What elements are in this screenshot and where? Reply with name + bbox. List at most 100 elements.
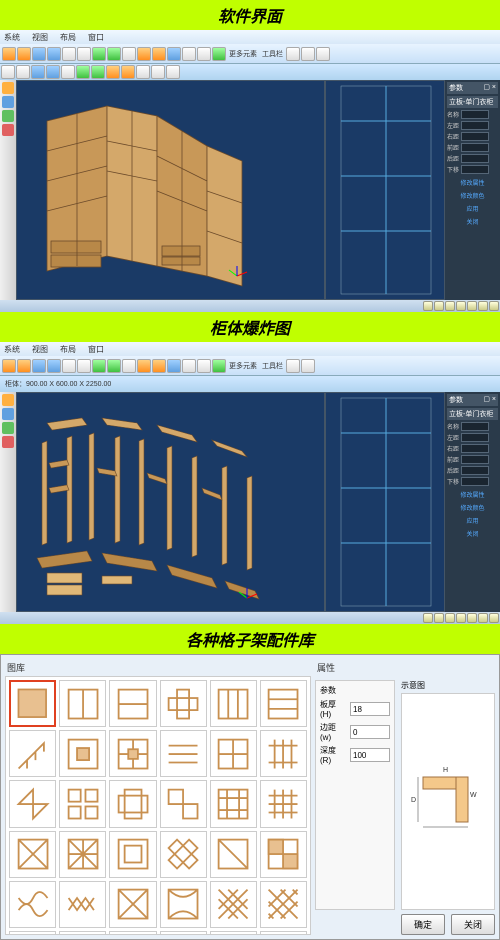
tool-material-icon[interactable] — [182, 47, 196, 61]
tool-open-icon[interactable] — [17, 47, 31, 61]
pattern-item-15[interactable] — [109, 780, 156, 827]
pattern-item-28[interactable] — [160, 881, 207, 928]
link2-modify-attr[interactable]: 修改属性 — [447, 490, 498, 499]
menu-window[interactable]: 窗口 — [88, 32, 104, 43]
sidetab2-3-icon[interactable] — [2, 422, 14, 434]
pattern-item-3[interactable] — [109, 680, 156, 727]
subtool-9-icon[interactable] — [121, 65, 135, 79]
menu-layout[interactable]: 布局 — [60, 32, 76, 43]
prop2-right-input[interactable] — [461, 444, 489, 453]
pattern-item-17[interactable] — [210, 780, 257, 827]
tool-undo-icon[interactable] — [62, 47, 76, 61]
tool2-13-icon[interactable] — [182, 359, 196, 373]
prop-down-input[interactable] — [461, 165, 489, 174]
subtool-7-icon[interactable] — [91, 65, 105, 79]
tool-door-icon[interactable] — [122, 47, 136, 61]
link-apply[interactable]: 应用 — [447, 204, 498, 213]
tool-hardware-icon[interactable] — [167, 47, 181, 61]
link-close[interactable]: 关闭 — [447, 217, 498, 226]
3d-viewport-2[interactable] — [16, 392, 325, 612]
subtool-5-icon[interactable] — [61, 65, 75, 79]
tool-misc2-icon[interactable] — [301, 47, 315, 61]
status-btn-4-icon[interactable] — [456, 301, 466, 311]
menu-window-2[interactable]: 窗口 — [88, 344, 104, 355]
pattern-item-18[interactable] — [260, 780, 307, 827]
lib-prop-margin-input[interactable] — [350, 725, 390, 739]
sidetab-2-icon[interactable] — [2, 96, 14, 108]
pattern-item-27[interactable] — [109, 881, 156, 928]
prop2-down-input[interactable] — [461, 477, 489, 486]
status-btn-7-icon[interactable] — [489, 301, 499, 311]
sb2-7-icon[interactable] — [489, 613, 499, 623]
ok-button[interactable]: 确定 — [401, 914, 445, 935]
subtool-1-icon[interactable] — [1, 65, 15, 79]
pattern-item-32[interactable] — [59, 931, 106, 935]
tool2-17-icon[interactable] — [301, 359, 315, 373]
tool-export-icon[interactable] — [47, 47, 61, 61]
3d-viewport[interactable] — [16, 80, 325, 300]
pattern-item-4[interactable] — [160, 680, 207, 727]
tool2-6-icon[interactable] — [77, 359, 91, 373]
prop2-left-input[interactable] — [461, 433, 489, 442]
prop-back-input[interactable] — [461, 154, 489, 163]
tool2-14-icon[interactable] — [197, 359, 211, 373]
tool2-11-icon[interactable] — [152, 359, 166, 373]
sb2-6-icon[interactable] — [478, 613, 488, 623]
prop-right-input[interactable] — [461, 132, 489, 141]
status-btn-6-icon[interactable] — [478, 301, 488, 311]
sidetab2-1-icon[interactable] — [2, 394, 14, 406]
status-btn-3-icon[interactable] — [445, 301, 455, 311]
subtool-4-icon[interactable] — [46, 65, 60, 79]
status-btn-5-icon[interactable] — [467, 301, 477, 311]
lib-prop-thickness-input[interactable] — [350, 702, 390, 716]
prop-left-input[interactable] — [461, 121, 489, 130]
prop-front-input[interactable] — [461, 143, 489, 152]
tool-measure-icon[interactable] — [212, 47, 226, 61]
tool-drawer-icon[interactable] — [137, 47, 151, 61]
pattern-item-29[interactable] — [210, 881, 257, 928]
pattern-item-2[interactable] — [59, 680, 106, 727]
subtool-2-icon[interactable] — [16, 65, 30, 79]
link-modify-color[interactable]: 修改颜色 — [447, 191, 498, 200]
pattern-item-26[interactable] — [59, 881, 106, 928]
menu-layout-2[interactable]: 布局 — [60, 344, 76, 355]
2d-viewport[interactable] — [325, 80, 445, 300]
pattern-item-31[interactable] — [9, 931, 56, 935]
tool2-10-icon[interactable] — [137, 359, 151, 373]
sidetab2-4-icon[interactable] — [2, 436, 14, 448]
sidetab-1-icon[interactable] — [2, 82, 14, 94]
subtool-10-icon[interactable] — [136, 65, 150, 79]
menu-system-2[interactable]: 系统 — [4, 344, 20, 355]
link2-modify-color[interactable]: 修改颜色 — [447, 503, 498, 512]
tool2-16-icon[interactable] — [286, 359, 300, 373]
pattern-item-12[interactable] — [260, 730, 307, 777]
pattern-item-6[interactable] — [260, 680, 307, 727]
pattern-item-13[interactable] — [9, 780, 56, 827]
status-btn-1-icon[interactable] — [423, 301, 433, 311]
tool-misc1-icon[interactable] — [286, 47, 300, 61]
sidetab2-2-icon[interactable] — [2, 408, 14, 420]
pattern-item-14[interactable] — [59, 780, 106, 827]
tool-redo-icon[interactable] — [77, 47, 91, 61]
tool-texture-icon[interactable] — [197, 47, 211, 61]
sb2-2-icon[interactable] — [434, 613, 444, 623]
pattern-item-35[interactable] — [210, 931, 257, 935]
link2-apply[interactable]: 应用 — [447, 516, 498, 525]
sb2-1-icon[interactable] — [423, 613, 433, 623]
prop2-front-input[interactable] — [461, 455, 489, 464]
pattern-item-11[interactable] — [210, 730, 257, 777]
tool2-15-icon[interactable] — [212, 359, 226, 373]
pattern-item-30[interactable] — [260, 881, 307, 928]
tool2-5-icon[interactable] — [62, 359, 76, 373]
tool-panel-icon[interactable] — [107, 47, 121, 61]
pattern-item-36[interactable] — [260, 931, 307, 935]
pattern-item-8[interactable] — [59, 730, 106, 777]
sb2-4-icon[interactable] — [456, 613, 466, 623]
subtool-6-icon[interactable] — [76, 65, 90, 79]
tool2-9-icon[interactable] — [122, 359, 136, 373]
lib-prop-depth-input[interactable] — [350, 748, 390, 762]
subtool-8-icon[interactable] — [106, 65, 120, 79]
sidetab-4-icon[interactable] — [2, 124, 14, 136]
link-modify-attr[interactable]: 修改属性 — [447, 178, 498, 187]
link2-close[interactable]: 关闭 — [447, 529, 498, 538]
